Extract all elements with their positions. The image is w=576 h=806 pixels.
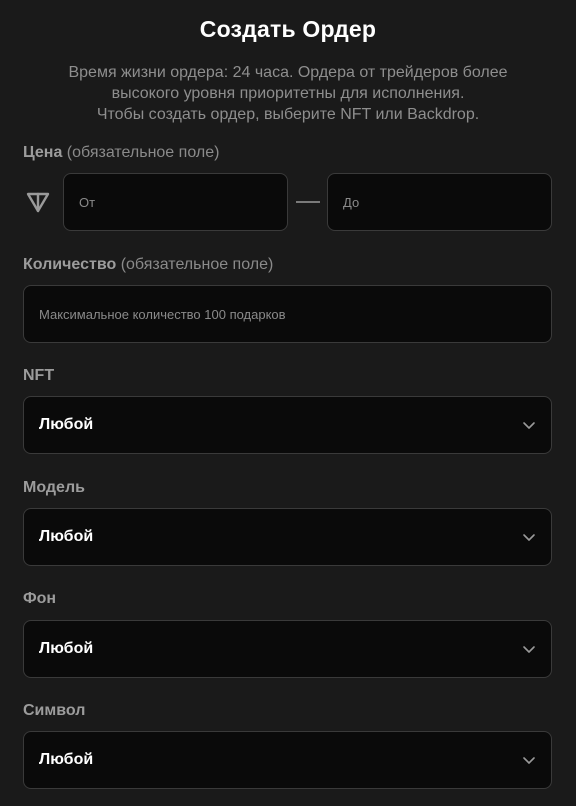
background-label: Фон [23, 590, 57, 607]
quantity-label-text: Количество [23, 256, 117, 273]
symbol-label: Символ [23, 702, 86, 719]
price-label: Цена (обязательное поле) [23, 144, 219, 162]
chevron-down-icon [523, 646, 535, 653]
nft-label: NFT [23, 367, 55, 384]
symbol-select-value: Любой [39, 751, 94, 768]
background-select[interactable]: Любой [23, 620, 552, 678]
range-separator [296, 201, 320, 203]
nft-select[interactable]: Любой [23, 396, 552, 454]
quantity-input[interactable] [24, 286, 551, 342]
price-to-input[interactable] [328, 174, 551, 230]
model-select[interactable]: Любой [23, 508, 552, 566]
chevron-down-icon [523, 534, 535, 541]
description-line: высокого уровня приоритетны для исполнен… [111, 85, 465, 102]
symbol-select[interactable]: Любой [23, 731, 552, 789]
nft-select-value: Любой [39, 416, 94, 433]
description-line: Время жизни ордера: 24 часа. Ордера от т… [68, 64, 508, 81]
background-select-value: Любой [39, 640, 94, 657]
model-select-value: Любой [39, 528, 94, 545]
ton-icon [26, 192, 50, 213]
chevron-down-icon [523, 422, 535, 429]
quantity-label: Количество (обязательное поле) [23, 256, 273, 274]
quantity-field[interactable] [23, 285, 552, 343]
required-note: (обязательное поле) [120, 256, 274, 273]
price-from-field[interactable] [63, 173, 288, 231]
price-label-text: Цена [23, 144, 63, 161]
chevron-down-icon [523, 757, 535, 764]
price-to-field[interactable] [327, 173, 552, 231]
model-label: Модель [23, 479, 85, 496]
page-title: Создать Ордер [199, 16, 377, 42]
required-note: (обязательное поле) [66, 144, 220, 161]
description-line: Чтобы создать ордер, выберите NFT или Ba… [96, 106, 480, 123]
price-from-input[interactable] [64, 174, 287, 230]
order-description: Время жизни ордера: 24 часа. Ордера от т… [20, 62, 556, 125]
